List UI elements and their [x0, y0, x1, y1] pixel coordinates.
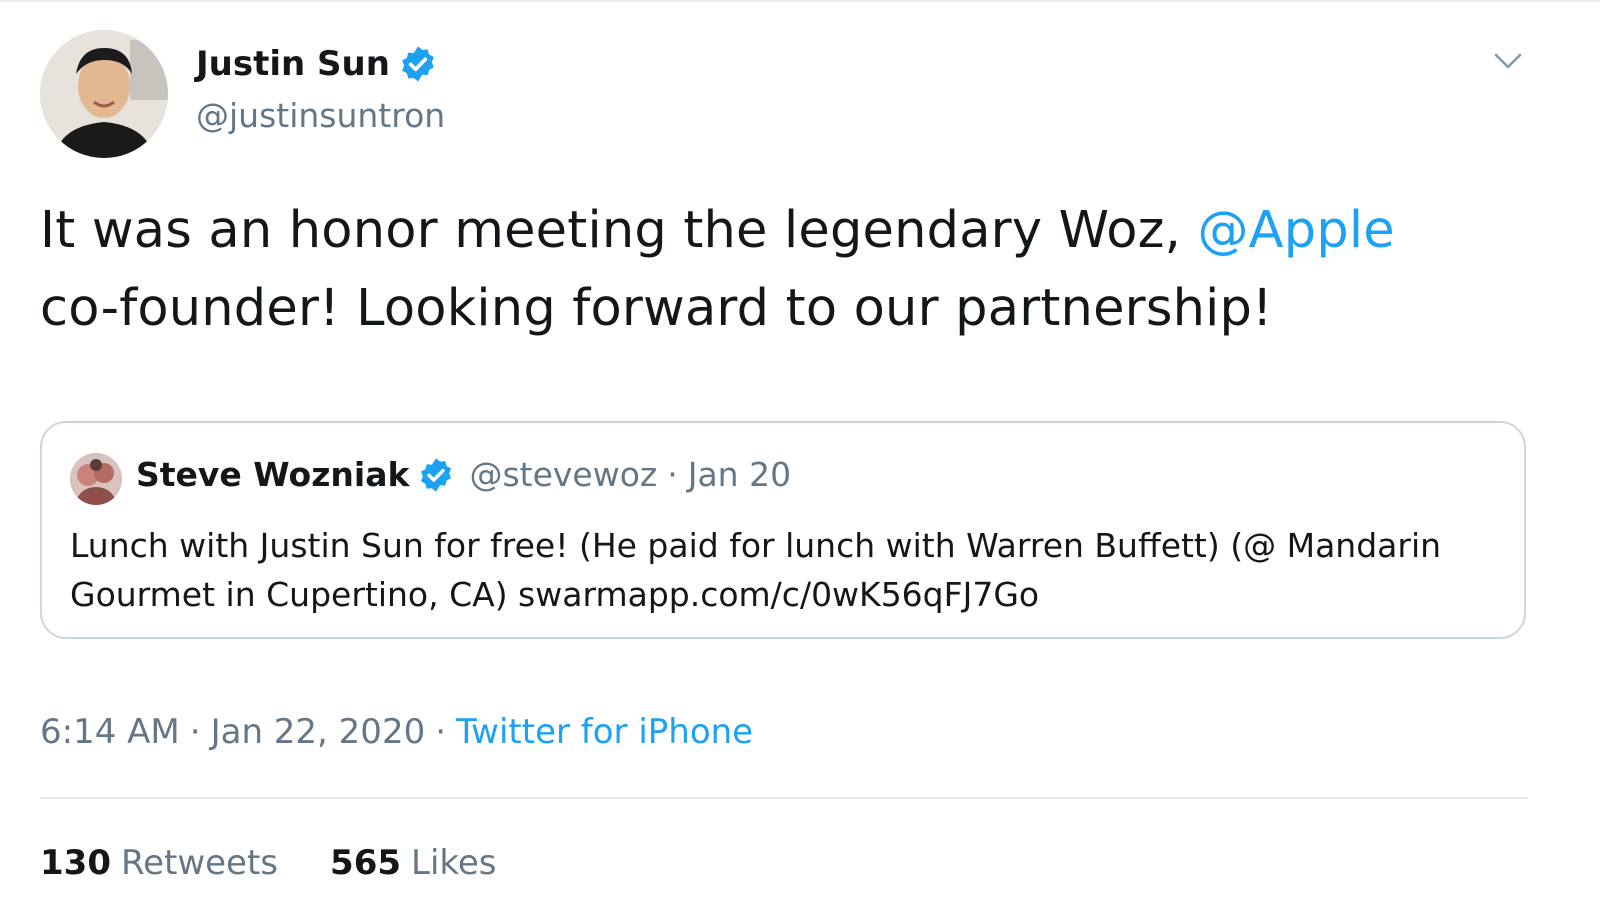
quoted-author-name[interactable]: Steve Wozniak [136, 455, 409, 494]
tweet-card: Justin Sun @justinsuntron It was an hono… [0, 0, 1600, 900]
tweet-time[interactable]: 6:14 AM [40, 712, 180, 752]
tweet-stats: 130 Retweets 565 Likes [40, 843, 549, 883]
author-handle[interactable]: @justinsuntron [196, 96, 445, 135]
retweets-label: Retweets [120, 843, 279, 883]
quoted-separator: · [667, 455, 678, 494]
author-avatar[interactable] [40, 30, 168, 158]
tweet-date[interactable]: Jan 22, 2020 [211, 712, 426, 752]
verified-badge-icon [402, 46, 434, 82]
quoted-tweet-text: Lunch with Justin Sun for free! (He paid… [70, 526, 1442, 614]
stats-divider [40, 797, 1528, 799]
tweet-source-link[interactable]: Twitter for iPhone [456, 712, 753, 752]
mention-link[interactable]: @Apple [1197, 201, 1394, 260]
tweet-text-part-2: co-founder! Looking forward to our partn… [40, 279, 1273, 338]
tweet-text-part-1: It was an honor meeting the legendary Wo… [40, 201, 1198, 260]
tweet-meta: 6:14 AM · Jan 22, 2020 · Twitter for iPhone [40, 712, 753, 752]
retweets-stat[interactable]: 130 Retweets [40, 843, 278, 883]
retweets-count: 130 [40, 843, 111, 883]
quoted-tweet-header: Steve Wozniak @stevewoz · Jan 20 [136, 455, 791, 494]
meta-separator-2: · [435, 712, 447, 752]
author-name-text[interactable]: Justin Sun [196, 44, 390, 84]
likes-stat[interactable]: 565 Likes [330, 843, 496, 883]
tweet-text: It was an honor meeting the legendary Wo… [40, 192, 1520, 348]
meta-separator: · [189, 712, 201, 752]
quoted-author-handle[interactable]: @stevewoz [469, 455, 657, 494]
quoted-tweet-date[interactable]: Jan 20 [688, 455, 791, 494]
quoted-tweet-card[interactable]: Steve Wozniak @stevewoz · Jan 20 Lunch w… [40, 421, 1526, 639]
likes-label: Likes [411, 843, 497, 883]
quoted-author-avatar[interactable] [70, 453, 122, 505]
likes-count: 565 [330, 843, 402, 883]
verified-badge-icon [421, 457, 452, 492]
author-name[interactable]: Justin Sun [196, 44, 438, 84]
chevron-down-icon[interactable] [1490, 46, 1526, 76]
